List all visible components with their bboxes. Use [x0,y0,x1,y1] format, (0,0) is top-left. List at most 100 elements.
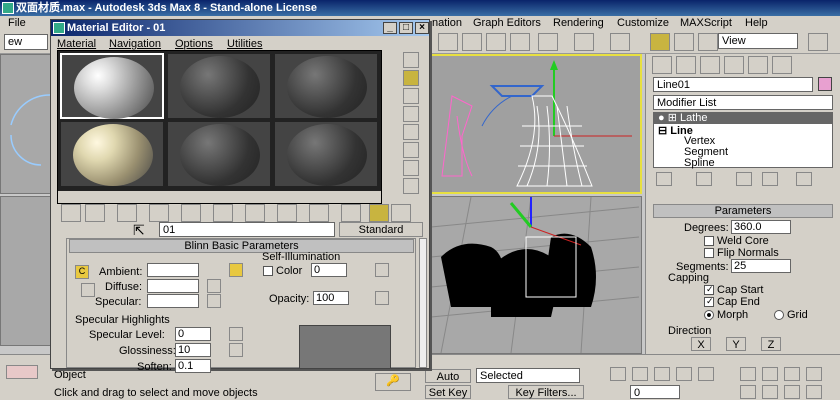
quick-render-icon[interactable] [808,33,828,51]
ambient-swatch[interactable] [147,263,199,277]
viewport-front[interactable] [430,54,642,194]
curve-editor-icon[interactable] [574,33,594,51]
me-menu-navigation[interactable]: Navigation [109,38,161,50]
motion-tab-icon[interactable] [724,56,744,74]
align-icon[interactable] [486,33,506,51]
cap-start-checkbox[interactable]: Cap Start [704,284,763,296]
params-scrollbar[interactable] [419,238,427,368]
minimize-icon[interactable]: _ [383,22,397,34]
direction-y-button[interactable]: Y [726,337,746,351]
zoom-extents-all-icon[interactable] [806,367,822,381]
create-tab-icon[interactable] [652,56,672,74]
opacity-spinner[interactable]: 100 [313,291,349,305]
close-icon[interactable]: × [415,22,429,34]
reference-coord-dropdown[interactable]: ew [4,34,48,50]
self-illum-color-checkbox[interactable]: Color [263,265,302,277]
pan-icon[interactable] [762,385,778,399]
sample-slot-1[interactable] [60,53,164,119]
object-color-swatch[interactable] [818,77,832,91]
layers-icon[interactable] [538,33,558,51]
modify-tab-icon[interactable] [676,56,696,74]
key-filters-button[interactable]: Key Filters... [508,385,584,399]
zoom-extents-icon[interactable] [784,367,800,381]
mirror-icon[interactable] [462,33,482,51]
remove-modifier-icon[interactable] [762,172,778,186]
teapot-render-icon[interactable] [698,33,718,51]
stack-item-spline[interactable]: Spline [684,157,715,169]
self-illum-map-button[interactable] [375,263,389,277]
make-preview-icon[interactable] [403,142,419,158]
previous-frame-icon[interactable] [632,367,648,381]
glossiness-map-button[interactable] [229,343,243,357]
me-menu-material[interactable]: Material [57,38,96,50]
me-menu-options[interactable]: Options [175,38,213,50]
go-forward-sibling-icon[interactable] [391,204,411,222]
lock-icon[interactable] [229,263,243,277]
flip-normals-checkbox[interactable]: Flip Normals [704,247,779,259]
material-effects-channel-icon[interactable] [277,204,297,222]
backlight-icon[interactable] [403,70,419,86]
menu-customize[interactable]: Customize [617,16,669,30]
direction-z-button[interactable]: Z [761,337,781,351]
pin-stack-icon[interactable] [656,172,672,186]
configure-sets-icon[interactable] [796,172,812,186]
make-copy-icon[interactable] [181,204,201,222]
menu-maxscript[interactable]: MAXScript [680,16,732,30]
viewport-left[interactable] [0,196,52,346]
ambient-lock-icon[interactable]: C [75,265,89,279]
hierarchy-tab-icon[interactable] [700,56,720,74]
sample-slot-2[interactable] [167,53,271,119]
material-name-field[interactable]: 01 [159,222,335,237]
key-selection-dropdown[interactable]: Selected [476,368,580,383]
cap-end-checkbox[interactable]: Cap End [704,296,760,308]
render-view-dropdown[interactable]: View [718,33,798,49]
get-material-icon[interactable] [61,204,81,222]
glossiness-spinner[interactable]: 10 [175,343,211,357]
object-name-field[interactable]: Line01 [653,77,813,92]
menu-graph-editors[interactable]: Graph Editors [473,16,541,30]
go-to-start-icon[interactable] [610,367,626,381]
max-script-listener[interactable] [6,365,38,379]
pick-material-icon[interactable]: ⇱ [133,222,145,239]
options-icon[interactable] [403,160,419,176]
play-icon[interactable] [654,367,670,381]
menu-rendering[interactable]: Rendering [553,16,604,30]
background-checker-icon[interactable] [403,88,419,104]
menu-animation[interactable]: nation [432,16,462,30]
sample-slot-5[interactable] [167,121,271,187]
menu-file[interactable]: File [8,16,26,30]
current-frame-field[interactable]: 0 [630,385,680,399]
render-setup-icon[interactable] [674,33,694,51]
schematic-icon[interactable] [610,33,630,51]
put-to-scene-icon[interactable] [85,204,105,222]
spec-level-map-button[interactable] [229,327,243,341]
zoom-all-icon[interactable] [762,367,778,381]
opacity-map-button[interactable] [375,291,389,305]
modifier-list-dropdown[interactable]: Modifier List [653,95,833,110]
menu-help[interactable]: Help [745,16,768,30]
specular-swatch[interactable] [147,294,199,308]
orbit-icon[interactable] [784,385,800,399]
sample-type-icon[interactable] [403,52,419,68]
video-color-check-icon[interactable] [403,124,419,140]
assign-to-selection-icon[interactable] [117,204,137,222]
viewport-perspective[interactable] [430,196,642,354]
select-by-material-icon[interactable] [403,178,419,194]
me-menu-utilities[interactable]: Utilities [227,38,262,50]
select-region-icon[interactable] [438,33,458,51]
stack-item-lathe[interactable]: ● ⊞ Lathe [654,113,832,124]
diffuse-lock-icon[interactable] [81,283,95,297]
maximize-icon[interactable]: □ [399,22,413,34]
maximize-viewport-icon[interactable] [806,385,822,399]
modifier-stack[interactable]: ● ⊞ Lathe ⊟ Line Vertex Segment Spline [653,112,833,169]
auto-key-button[interactable]: Auto Key [425,369,471,397]
grid-radio[interactable]: Grid [774,309,808,321]
degrees-spinner[interactable]: 360.0 [731,220,791,234]
display-tab-icon[interactable] [748,56,768,74]
eraser-icon[interactable] [510,33,530,51]
set-key-button[interactable]: Set Key [425,385,471,399]
utilities-tab-icon[interactable] [772,56,792,74]
zoom-icon[interactable] [740,367,756,381]
go-to-parent-icon[interactable] [369,204,389,222]
viewport-top[interactable] [0,54,52,194]
